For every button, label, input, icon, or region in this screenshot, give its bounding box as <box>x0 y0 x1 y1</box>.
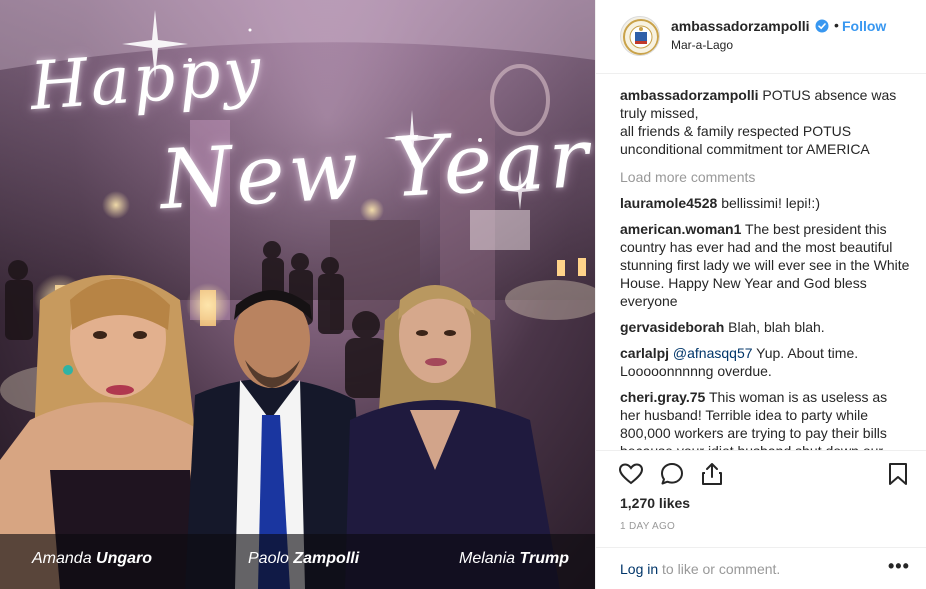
name-tag-right: Melania Trump <box>459 550 569 568</box>
bookmark-icon[interactable] <box>885 461 911 487</box>
name-tag-center: Paolo Zampolli <box>248 550 359 568</box>
login-link[interactable]: Log in <box>620 561 658 577</box>
comment-username[interactable]: cheri.gray.75 <box>620 389 705 405</box>
comment-username[interactable]: lauramole4528 <box>620 195 717 211</box>
comment-item: carlalpj @afnasqq57 Yup. About time. Loo… <box>620 344 910 380</box>
comment-item: cheri.gray.75 This woman is as useless a… <box>620 388 910 450</box>
last-name: Zampolli <box>293 550 360 567</box>
location-link[interactable]: Mar-a-Lago <box>671 38 733 52</box>
comment-text: Blah, blah blah. <box>728 319 825 335</box>
greeting-happy: Happy <box>27 31 267 126</box>
comment-text: bellissimi! lepi!:) <box>721 195 820 211</box>
post-photo[interactable]: Happy New Year Amanda Ungaro Paolo Zampo… <box>0 0 595 589</box>
last-name: Trump <box>519 550 569 567</box>
share-icon[interactable] <box>699 461 725 487</box>
post-side-panel: ambassadorzampolli • Follow Mar-a-Lago a… <box>595 0 926 589</box>
likes-count[interactable]: 1,270 likes <box>620 495 690 511</box>
first-name: Amanda <box>32 550 92 567</box>
more-options-button[interactable]: ••• <box>888 556 910 577</box>
login-prompt: Log in to like or comment. ••• <box>596 547 926 589</box>
verified-badge-icon <box>815 19 829 33</box>
post-date: 1 DAY AGO <box>620 521 676 532</box>
comment-item: gervasideborah Blah, blah blah. <box>620 318 910 336</box>
avatar[interactable] <box>620 16 660 56</box>
comments-list[interactable]: ambassadorzampolli POTUS absence was tru… <box>620 86 910 450</box>
login-rest-text: to like or comment. <box>662 561 781 577</box>
comment-item: lauramole4528 bellissimi! lepi!:) <box>620 194 910 212</box>
post-actions: 1,270 likes 1 DAY AGO Log in to like or … <box>596 450 926 589</box>
last-name: Ungaro <box>96 550 153 567</box>
separator-dot: • <box>834 17 839 33</box>
comment-icon[interactable] <box>659 461 685 487</box>
comment-mention[interactable]: @afnasqq57 <box>673 345 753 361</box>
follow-button[interactable]: Follow <box>842 18 886 34</box>
name-tag-left: Amanda Ungaro <box>32 550 152 568</box>
post-header: ambassadorzampolli • Follow Mar-a-Lago <box>596 0 926 74</box>
caption-username[interactable]: ambassadorzampolli <box>620 87 759 103</box>
first-name: Paolo <box>248 550 289 567</box>
seal-icon <box>623 19 659 55</box>
comment-item: american.woman1 The best president this … <box>620 220 910 310</box>
login-text: Log in to like or comment. <box>620 561 780 577</box>
comment-username[interactable]: gervasideborah <box>620 319 724 335</box>
comment-username[interactable]: carlalpj <box>620 345 669 361</box>
comment-username[interactable]: american.woman1 <box>620 221 741 237</box>
username[interactable]: ambassadorzampolli <box>671 18 810 34</box>
post-caption: ambassadorzampolli POTUS absence was tru… <box>620 86 910 158</box>
load-more-comments-button[interactable]: Load more comments <box>620 168 910 186</box>
first-name: Melania <box>459 550 516 567</box>
heart-icon[interactable] <box>618 461 644 487</box>
